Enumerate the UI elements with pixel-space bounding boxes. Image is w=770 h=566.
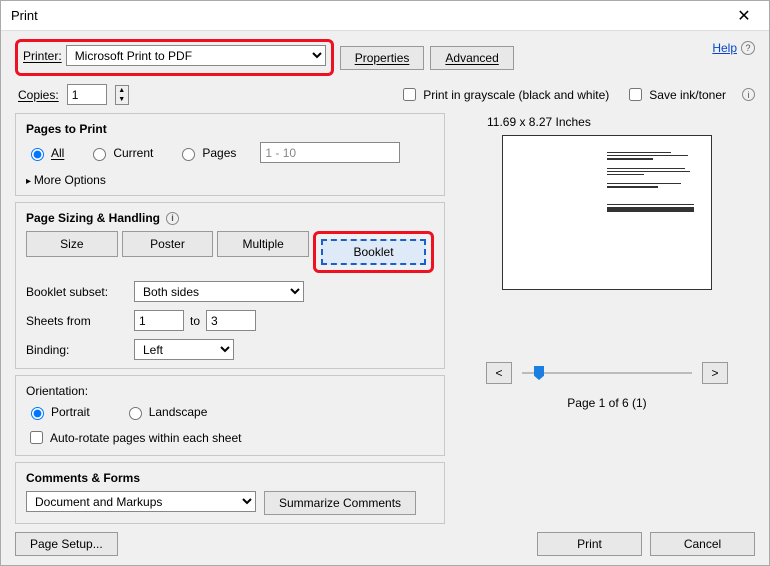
spinner-down-icon[interactable]: ▼ — [116, 95, 128, 104]
next-page-button[interactable]: > — [702, 362, 728, 384]
sheets-from-label: Sheets from — [26, 314, 128, 328]
poster-tab[interactable]: Poster — [122, 231, 214, 257]
sheets-from-input[interactable] — [134, 310, 184, 331]
spinner-up-icon[interactable]: ▲ — [116, 86, 128, 95]
autorotate-check[interactable]: Auto-rotate pages within each sheet — [26, 428, 241, 447]
comments-select[interactable]: Document and Markups — [26, 491, 256, 512]
window-title: Print — [11, 8, 729, 23]
saveink-checkbox[interactable] — [629, 88, 642, 101]
landscape-radio[interactable]: Landscape — [124, 404, 208, 420]
copies-input[interactable] — [67, 84, 107, 105]
page-slider[interactable] — [522, 372, 692, 374]
properties-button[interactable]: Properties — [340, 46, 425, 70]
info-icon[interactable]: i — [742, 88, 755, 101]
subset-select[interactable]: Both sides — [134, 281, 304, 302]
print-button[interactable]: Print — [537, 532, 642, 556]
advanced-button[interactable]: Advanced — [430, 46, 513, 70]
copies-row: Copies: ▲ ▼ Print in grayscale (black an… — [15, 84, 755, 105]
titlebar: Print ✕ — [1, 1, 769, 31]
sizing-info-icon[interactable]: i — [166, 212, 179, 225]
portrait-radio[interactable]: Portrait — [26, 404, 90, 420]
page-setup-button[interactable]: Page Setup... — [15, 532, 118, 556]
grayscale-check[interactable]: Print in grayscale (black and white) — [399, 85, 609, 104]
booklet-tab[interactable]: Booklet — [321, 239, 426, 265]
comments-heading: Comments & Forms — [26, 471, 434, 485]
printer-row: Printer: Microsoft Print to PDF Properti… — [15, 39, 755, 76]
sheets-to-input[interactable] — [206, 310, 256, 331]
grayscale-checkbox[interactable] — [403, 88, 416, 101]
pages-range-input[interactable] — [260, 142, 400, 163]
orientation-heading: Orientation: — [26, 384, 434, 398]
pages-pages[interactable]: Pages — [177, 145, 236, 161]
printer-highlight: Printer: Microsoft Print to PDF — [15, 39, 334, 76]
close-icon[interactable]: ✕ — [729, 6, 759, 26]
booklet-highlight: Booklet — [313, 231, 434, 273]
multiple-tab[interactable]: Multiple — [217, 231, 309, 257]
pages-current[interactable]: Current — [88, 145, 153, 161]
cancel-button[interactable]: Cancel — [650, 532, 755, 556]
more-options[interactable]: More Options — [26, 173, 434, 187]
pages-all[interactable]: All — [26, 145, 64, 161]
preview-col: 11.69 x 8.27 Inches — [459, 113, 755, 524]
printer-label: Printer: — [23, 49, 62, 63]
pages-heading: Pages to Print — [26, 122, 434, 136]
saveink-check[interactable]: Save ink/toner — [625, 85, 726, 104]
slider-thumb-icon[interactable] — [534, 366, 544, 380]
preview-dims: 11.69 x 8.27 Inches — [487, 115, 591, 129]
printer-select[interactable]: Microsoft Print to PDF — [66, 45, 326, 66]
binding-label: Binding: — [26, 343, 128, 357]
binding-select[interactable]: Left — [134, 339, 234, 360]
copies-label: Copies: — [18, 88, 59, 102]
page-indicator: Page 1 of 6 (1) — [567, 396, 646, 410]
sizing-panel: Page Sizing & Handling i Size Poster Mul… — [15, 202, 445, 369]
footer-row: Page Setup... Print Cancel — [15, 532, 755, 556]
copies-spinner[interactable]: ▲ ▼ — [115, 85, 129, 105]
dialog-content: Printer: Microsoft Print to PDF Properti… — [1, 31, 769, 566]
subset-label: Booklet subset: — [26, 285, 128, 299]
prev-page-button[interactable]: < — [486, 362, 512, 384]
summarize-button[interactable]: Summarize Comments — [264, 491, 416, 515]
preview-page-content — [607, 152, 699, 212]
autorotate-checkbox[interactable] — [30, 431, 43, 444]
help-area: Help ? — [712, 41, 755, 55]
to-label: to — [190, 314, 200, 328]
help-link[interactable]: Help — [712, 41, 737, 55]
orientation-panel: Orientation: Portrait Landscape Auto-rot… — [15, 375, 445, 456]
help-icon[interactable]: ? — [741, 41, 755, 55]
preview-box — [502, 135, 712, 290]
sizing-heading: Page Sizing & Handling i — [26, 211, 434, 225]
comments-panel: Comments & Forms Document and Markups Su… — [15, 462, 445, 524]
print-dialog: Print ✕ Printer: Microsoft Print to PDF … — [0, 0, 770, 566]
size-tab[interactable]: Size — [26, 231, 118, 257]
pages-panel: Pages to Print All Current Pages More Op… — [15, 113, 445, 196]
